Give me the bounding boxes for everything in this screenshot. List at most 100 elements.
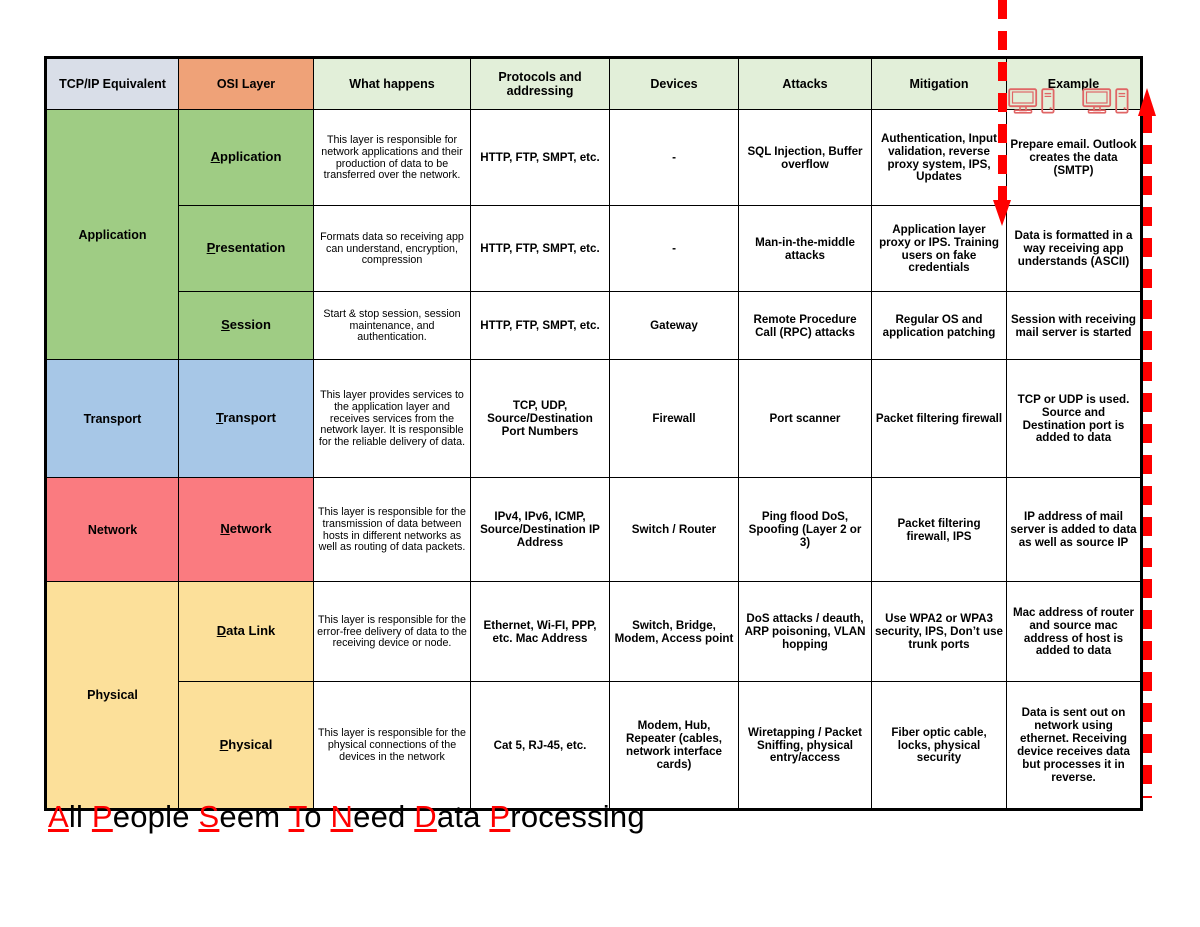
mnemonic-word: To bbox=[289, 799, 322, 834]
cell-what-happens: Formats data so receiving app can unders… bbox=[313, 205, 471, 292]
cell-protocols: HTTP, FTP, SMPT, etc. bbox=[470, 205, 610, 292]
mnemonic-initial: P bbox=[489, 799, 511, 834]
mnemonic-rest: rocessing bbox=[510, 799, 645, 834]
cell-attacks: Wiretapping / Packet Sniffing, physical … bbox=[738, 681, 872, 810]
cell-mitigation: Regular OS and application patching bbox=[871, 291, 1007, 360]
osi-layer-initial: A bbox=[210, 149, 220, 165]
osi-layer-network: Network bbox=[178, 477, 314, 582]
table-row: Physical Data Link This layer is respons… bbox=[45, 581, 1142, 810]
column-header-devices: Devices bbox=[609, 57, 739, 110]
osi-layer-session: Session bbox=[178, 291, 314, 360]
table-row: Physical This layer is responsible for t… bbox=[46, 681, 1142, 810]
cell-example: TCP or UDP is used. Source and Destinati… bbox=[1006, 359, 1142, 478]
mnemonic-rest: eed bbox=[353, 799, 406, 834]
table-row: Transport Transport This layer provides … bbox=[45, 359, 1142, 478]
osi-layer-initial: S bbox=[221, 317, 230, 333]
cell-devices: Switch / Router bbox=[609, 477, 739, 582]
osi-layer-initial: P bbox=[206, 240, 216, 256]
receiving-host-icons bbox=[1082, 88, 1129, 114]
cell-devices: Gateway bbox=[609, 291, 739, 360]
mnemonic-initial: N bbox=[330, 799, 354, 834]
column-header-what-happens: What happens bbox=[313, 57, 471, 110]
cell-protocols: TCP, UDP, Source/Destination Port Number… bbox=[470, 359, 610, 478]
cell-attacks: Man-in-the-middle attacks bbox=[738, 205, 872, 292]
osi-layer-rest: ransport bbox=[223, 410, 276, 426]
cell-what-happens: This layer is responsible for the transm… bbox=[313, 477, 471, 582]
cell-what-happens: This layer is responsible for network ap… bbox=[313, 109, 471, 206]
cell-mitigation: Packet filtering firewall bbox=[871, 359, 1007, 478]
cell-mitigation: Application layer proxy or IPS. Training… bbox=[871, 205, 1007, 292]
cell-what-happens: This layer provides services to the appl… bbox=[313, 359, 471, 478]
mnemonic-word: All bbox=[48, 799, 83, 834]
arrow-head bbox=[993, 200, 1011, 226]
osi-layer-application: Application bbox=[178, 109, 314, 206]
mnemonic-rest: eople bbox=[112, 799, 190, 834]
cell-attacks: SQL Injection, Buffer overflow bbox=[738, 109, 872, 206]
osi-layer-physical: Physical bbox=[178, 681, 314, 810]
cell-mitigation: Use WPA2 or WPA3 security, IPS, Don’t us… bbox=[871, 581, 1007, 682]
arrow-shaft bbox=[998, 0, 1007, 205]
osi-layer-presentation: Presentation bbox=[178, 205, 314, 292]
monitor-icon bbox=[1008, 88, 1038, 114]
encapsulation-down-arrow-icon bbox=[993, 0, 1011, 228]
cell-what-happens: Start & stop session, session maintenanc… bbox=[313, 291, 471, 360]
table-row: Application Application This layer is re… bbox=[45, 109, 1142, 360]
mnemonic-word: Processing bbox=[489, 799, 644, 834]
table-row: Network Network This layer is responsibl… bbox=[45, 477, 1142, 582]
cell-attacks: Port scanner bbox=[738, 359, 872, 478]
osi-layer-data-link: Data Link bbox=[178, 581, 314, 682]
mnemonic-initial: T bbox=[288, 799, 305, 834]
cell-what-happens: This layer is responsible for the error-… bbox=[313, 581, 471, 682]
tcpip-group-physical: Physical bbox=[45, 581, 179, 810]
cell-example: Prepare email. Outlook creates the data … bbox=[1006, 109, 1142, 206]
column-header-osi-layer: OSI Layer bbox=[178, 57, 314, 110]
cell-protocols: HTTP, FTP, SMPT, etc. bbox=[470, 109, 610, 206]
monitor-icon bbox=[1082, 88, 1112, 114]
osi-layer-initial: D bbox=[216, 623, 227, 639]
mnemonic-rest: ata bbox=[436, 799, 481, 834]
decapsulation-up-arrow-icon bbox=[1138, 88, 1156, 798]
cell-mitigation: Authentication, Input validation, revers… bbox=[871, 109, 1007, 206]
osi-layer-initial: P bbox=[219, 736, 229, 752]
cell-attacks: Ping flood DoS, Spoofing (Layer 2 or 3) bbox=[738, 477, 872, 582]
osi-mnemonic: All People Seem To Need Data Processing bbox=[48, 799, 645, 835]
mnemonic-word: Need bbox=[331, 799, 406, 834]
osi-layer-rest: resentation bbox=[215, 240, 286, 256]
tcpip-group-network: Network bbox=[45, 477, 179, 582]
osi-layer-rest: etwork bbox=[229, 521, 272, 537]
mnemonic-initial: P bbox=[91, 799, 113, 834]
cell-what-happens: This layer is responsible for the physic… bbox=[313, 681, 471, 810]
column-header-mitigation: Mitigation bbox=[871, 57, 1007, 110]
arrow-shaft bbox=[1143, 114, 1152, 798]
mnemonic-word: Seem bbox=[198, 799, 280, 834]
cell-attacks: Remote Procedure Call (RPC) attacks bbox=[738, 291, 872, 360]
osi-layer-rest: ata Link bbox=[226, 623, 276, 639]
computer-tower-icon bbox=[1115, 88, 1129, 114]
mnemonic-initial: S bbox=[198, 799, 220, 834]
cell-example: Data is formatted in a way receiving app… bbox=[1006, 205, 1142, 292]
column-header-attacks: Attacks bbox=[738, 57, 872, 110]
osi-model-table: TCP/IP Equivalent OSI Layer What happens… bbox=[44, 56, 1143, 811]
tcpip-group-transport: Transport bbox=[45, 359, 179, 478]
cell-mitigation: Fiber optic cable, locks, physical secur… bbox=[871, 681, 1007, 810]
cell-example: Data is sent out on network using ethern… bbox=[1006, 681, 1142, 810]
cell-devices: Modem, Hub, Repeater (cables, network in… bbox=[609, 681, 739, 810]
osi-layer-transport: Transport bbox=[178, 359, 314, 478]
osi-layer-initial: N bbox=[220, 521, 230, 537]
cell-protocols: Cat 5, RJ-45, etc. bbox=[470, 681, 610, 810]
cell-protocols: HTTP, FTP, SMPT, etc. bbox=[470, 291, 610, 360]
osi-layer-rest: pplication bbox=[220, 149, 282, 165]
mnemonic-rest: eem bbox=[219, 799, 281, 834]
mnemonic-rest: ll bbox=[68, 799, 84, 834]
mnemonic-initial: A bbox=[48, 799, 69, 834]
arrow-head bbox=[1138, 88, 1156, 116]
table-row: Presentation Formats data so receiving a… bbox=[46, 205, 1142, 292]
mnemonic-word: Data bbox=[414, 799, 480, 834]
mnemonic-initial: D bbox=[414, 799, 437, 834]
cell-devices: Firewall bbox=[609, 359, 739, 478]
osi-layer-rest: ession bbox=[229, 317, 271, 333]
cell-example: IP address of mail server is added to da… bbox=[1006, 477, 1142, 582]
cell-mitigation: Packet filtering firewall, IPS bbox=[871, 477, 1007, 582]
sending-host-icons bbox=[1008, 88, 1055, 114]
cell-attacks: DoS attacks / deauth, ARP poisoning, VLA… bbox=[738, 581, 872, 682]
